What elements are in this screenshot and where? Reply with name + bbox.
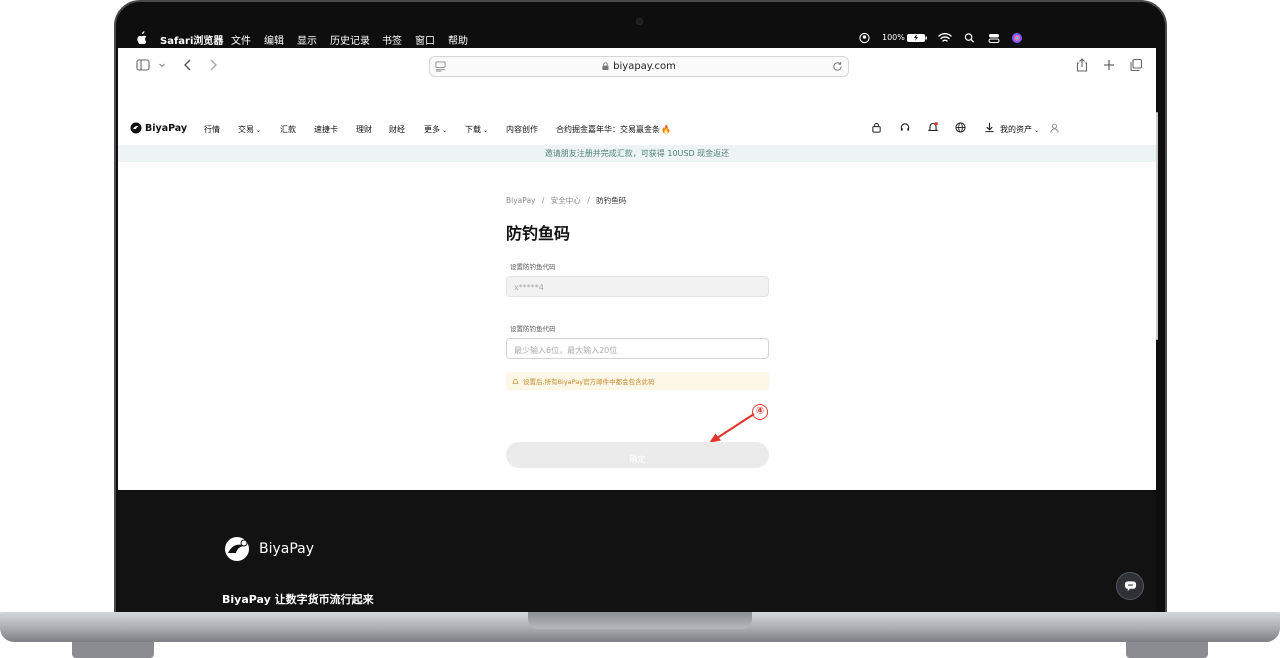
menu-app-name[interactable]: Safari浏览器 <box>160 32 223 47</box>
footer-slogan: BiyaPay 让数字货币流行起来 <box>222 593 374 606</box>
headset-icon[interactable] <box>899 122 911 133</box>
nav-more-label: 更多 <box>424 125 440 134</box>
my-assets-menu[interactable]: 我的资产 ⌄ <box>1000 124 1039 135</box>
menu-bookmarks[interactable]: 书签 <box>382 32 402 47</box>
menu-edit[interactable]: 编辑 <box>264 32 284 47</box>
nav-quick-card[interactable]: 速捷卡 <box>314 124 338 135</box>
site-footer: BiyaPay BiyaPay 让数字货币流行起来 <box>118 490 1156 612</box>
chat-bubble-icon <box>1124 581 1136 592</box>
menu-history[interactable]: 历史记录 <box>330 32 370 47</box>
nav-more[interactable]: 更多 ⌄ <box>424 124 447 135</box>
siri-icon[interactable] <box>1011 31 1023 45</box>
reload-icon[interactable] <box>832 61 843 72</box>
chat-support-button[interactable] <box>1116 572 1144 600</box>
menu-view[interactable]: 显示 <box>297 32 317 47</box>
breadcrumb-home[interactable]: BiyaPay <box>506 196 535 205</box>
nav-contract-carnival[interactable]: 合约掘金嘉年华：交易赢金条🔥 <box>556 124 671 135</box>
new-code-input[interactable]: 最少输入6位，最大输入20位 <box>506 338 769 359</box>
battery-percent: 100% <box>882 33 905 42</box>
chevron-down-icon: ⌄ <box>256 127 262 134</box>
menubar: Safari浏览器 文件 编辑 显示 历史记录 书签 窗口 帮助 100% <box>118 28 1156 48</box>
current-code-field: x*****4 <box>506 276 769 297</box>
nav-contract-carnival-label: 合约掘金嘉年华：交易赢金条 <box>556 125 660 134</box>
nav-trade-label: 交易 <box>238 125 254 134</box>
fire-icon: 🔥 <box>661 125 671 134</box>
nav-finance-news[interactable]: 财经 <box>389 124 405 135</box>
nav-download[interactable]: 下载 ⌄ <box>465 124 488 135</box>
menu-window[interactable]: 窗口 <box>415 32 435 47</box>
brand-logo[interactable]: BiyaPay <box>130 122 187 134</box>
page-title: 防钓鱼码 <box>506 224 571 243</box>
biyapay-logo-icon <box>225 537 249 561</box>
my-assets-label: 我的资产 <box>1000 125 1032 134</box>
nav-trade[interactable]: 交易 ⌄ <box>238 124 261 135</box>
wifi-icon[interactable] <box>938 31 952 45</box>
site-navigation: BiyaPay 行情 交易 ⌄ 汇款 速捷卡 理财 财经 更多 ⌄ 下载 ⌄ 内容创作… <box>118 118 1156 140</box>
lock-icon <box>602 62 609 70</box>
tab-overview-icon[interactable] <box>1129 58 1143 72</box>
user-avatar-icon[interactable] <box>1049 122 1060 134</box>
download-icon[interactable] <box>984 122 995 133</box>
brand-name: BiyaPay <box>145 122 188 134</box>
breadcrumb-separator: / <box>587 196 590 205</box>
footer-logo[interactable]: BiyaPay <box>222 536 314 562</box>
address-bar[interactable]: biyapay.com <box>429 56 849 77</box>
laptop-foot-left <box>72 642 154 658</box>
screen: Safari浏览器 文件 编辑 显示 历史记录 书签 窗口 帮助 100% bi… <box>118 28 1156 612</box>
sidebar-toggle-icon[interactable] <box>136 58 150 72</box>
globe-icon[interactable] <box>955 122 966 133</box>
menu-file[interactable]: 文件 <box>231 32 251 47</box>
control-center-icon[interactable] <box>988 31 1000 45</box>
nav-content-creation[interactable]: 内容创作 <box>506 124 538 135</box>
notification-bell-icon[interactable] <box>927 121 939 133</box>
chevron-down-icon: ⌄ <box>442 127 448 134</box>
new-tab-icon[interactable] <box>1102 58 1116 72</box>
apple-icon[interactable] <box>136 31 147 44</box>
back-icon[interactable] <box>181 58 195 72</box>
forward-icon[interactable] <box>206 58 220 72</box>
menu-help[interactable]: 帮助 <box>448 32 468 47</box>
breadcrumb-separator: / <box>541 196 545 205</box>
new-code-label: 设置防钓鱼代码 <box>510 325 556 333</box>
breadcrumb: BiyaPay / 安全中心 / 防钓鱼码 <box>506 195 626 206</box>
spotlight-search-icon[interactable] <box>964 31 975 45</box>
current-code-label: 设置防钓鱼代码 <box>510 263 556 271</box>
chevron-down-icon: ⌄ <box>483 127 489 134</box>
laptop-notch <box>528 612 752 629</box>
chevron-down-icon[interactable] <box>158 58 166 72</box>
notice-text: 设置后,所有BiyaPay官方邮件中都会包含此码 <box>523 378 655 386</box>
url-text: biyapay.com <box>613 61 676 72</box>
footer-brand-name: BiyaPay <box>259 541 315 557</box>
user-switch-icon[interactable] <box>859 31 870 45</box>
browser-toolbar: biyapay.com <box>118 48 1156 84</box>
confirm-button[interactable]: 确定 <box>506 442 769 468</box>
bell-icon <box>512 378 519 384</box>
nav-wealth[interactable]: 理财 <box>356 124 372 135</box>
biyapay-logo-icon <box>130 122 142 134</box>
breadcrumb-security-center[interactable]: 安全中心 <box>551 196 581 205</box>
referral-banner[interactable]: 邀请朋友注册并完成汇款，可获得 10USD 现金返还 <box>118 145 1156 162</box>
chevron-down-icon: ⌄ <box>1034 127 1040 134</box>
breadcrumb-current: 防钓鱼码 <box>596 196 627 205</box>
page-scrollbar[interactable] <box>1156 112 1158 340</box>
lock-icon[interactable] <box>871 122 882 133</box>
notice-banner: 设置后,所有BiyaPay官方邮件中都会包含此码 <box>506 372 769 390</box>
nav-market[interactable]: 行情 <box>204 124 220 135</box>
laptop-foot-right <box>1126 642 1208 658</box>
nav-remittance[interactable]: 汇款 <box>280 124 296 135</box>
webcam <box>636 18 643 25</box>
battery-icon[interactable] <box>906 31 928 45</box>
annotation-arrow-icon <box>709 413 755 443</box>
share-icon[interactable] <box>1075 58 1089 72</box>
nav-download-label: 下载 <box>465 125 481 134</box>
